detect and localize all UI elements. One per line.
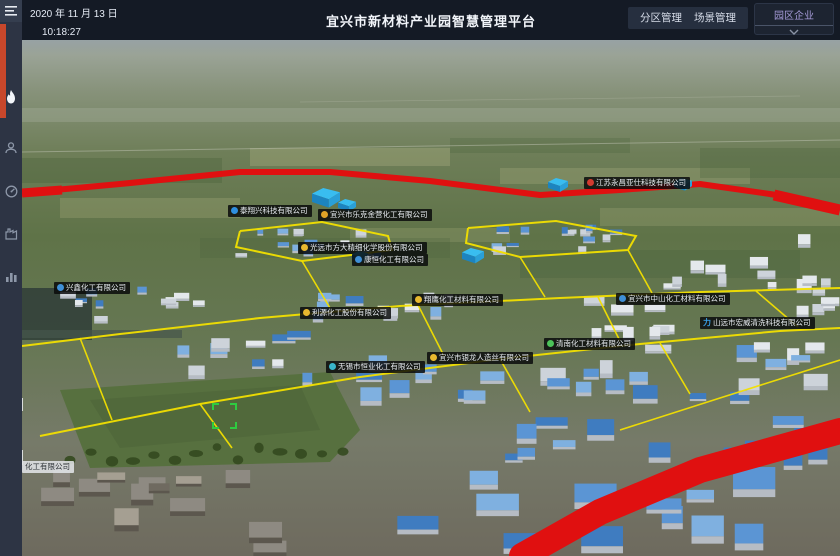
company-label-text: 无锡市恒业化工有限公司	[338, 363, 421, 371]
company-marker-icon: 力	[703, 319, 711, 327]
company-marker-icon	[301, 244, 308, 251]
bar-chart-icon[interactable]	[0, 266, 22, 288]
company-label[interactable]: 江苏永昌亚仕科技有限公司	[584, 177, 690, 189]
header-bar: 2020 年 11 月 13 日 10:18:27 宜兴市新材料产业园智慧管理平…	[22, 0, 840, 40]
company-marker-icon	[231, 207, 238, 214]
factory-icon[interactable]	[0, 223, 22, 245]
chevron-down-icon	[789, 29, 799, 35]
company-label[interactable]: 光远市方大精细化学股份有限公司	[298, 242, 427, 254]
company-label[interactable]: 翔鹰化工材料有限公司	[412, 294, 503, 306]
company-label-text: 清南化工材料有限公司	[556, 340, 631, 348]
company-label[interactable]: 宜兴市中山化工材料有限公司	[616, 293, 730, 305]
company-label-text: 利源化工股份有限公司	[312, 309, 387, 317]
company-label[interactable]: 化工有限公司	[22, 461, 74, 473]
company-label-text: 江苏永昌亚仕科技有限公司	[596, 179, 686, 187]
company-marker-icon	[303, 309, 310, 316]
company-label[interactable]: 利源化工股份有限公司	[300, 307, 391, 319]
person-icon[interactable]	[0, 137, 22, 159]
company-marker-icon	[430, 354, 437, 361]
company-marker-icon	[57, 284, 64, 291]
dropdown-label: 园区企业	[755, 4, 833, 26]
scene-management-button[interactable]: 场景管理	[682, 7, 748, 29]
company-label[interactable]: 兴鑫化工有限公司	[54, 282, 130, 294]
company-label[interactable]: 泰翔兴科技有限公司	[228, 205, 312, 217]
time-label: 10:18:27	[42, 27, 118, 38]
company-label-text: 兴鑫化工有限公司	[66, 284, 126, 292]
company-marker-icon	[321, 211, 328, 218]
company-marker-icon	[329, 363, 336, 370]
company-label[interactable]: 宜兴市乐克金营化工有限公司	[318, 209, 432, 221]
flame-icon[interactable]	[0, 86, 22, 108]
company-label-text: 康恒化工有限公司	[364, 256, 424, 264]
company-marker-icon	[415, 296, 422, 303]
company-label[interactable]: 无锡市恒业化工有限公司	[326, 361, 425, 373]
company-marker-icon	[619, 295, 626, 302]
company-label[interactable]: 康恒化工有限公司	[352, 254, 428, 266]
datetime: 2020 年 11 月 13 日 10:18:27	[30, 5, 118, 38]
company-label-text: 泰翔兴科技有限公司	[240, 207, 308, 215]
map-overlay: 泰翔兴科技有限公司宜兴市乐克金营化工有限公司 江苏永昌亚仕科技有限公司光远市方大精…	[0, 0, 840, 556]
company-label-text: 化工有限公司	[25, 463, 70, 471]
gauge-icon[interactable]	[0, 180, 22, 202]
company-marker-icon	[587, 179, 594, 186]
company-label[interactable]: 宜兴市银龙人造丝有限公司	[427, 352, 533, 364]
company-label[interactable]: 清南化工材料有限公司	[544, 338, 635, 350]
company-label-text: 宜兴市中山化工材料有限公司	[628, 295, 726, 303]
company-label[interactable]: 力山远市宏威清洗科技有限公司	[700, 317, 815, 329]
hamburger-menu-icon[interactable]	[0, 0, 22, 22]
company-label-text: 山远市宏威清洗科技有限公司	[713, 319, 811, 327]
park-enterprises-dropdown[interactable]: 园区企业	[754, 3, 834, 35]
sidebar	[0, 0, 22, 556]
date-label: 2020 年 11 月 13 日	[30, 9, 118, 20]
company-marker-icon	[355, 256, 362, 263]
company-label-text: 宜兴市银龙人造丝有限公司	[439, 354, 529, 362]
company-label-text: 翔鹰化工材料有限公司	[424, 296, 499, 304]
company-marker-icon	[547, 340, 554, 347]
company-label-text: 宜兴市乐克金营化工有限公司	[330, 211, 428, 219]
company-label-text: 光远市方大精细化学股份有限公司	[310, 244, 423, 252]
